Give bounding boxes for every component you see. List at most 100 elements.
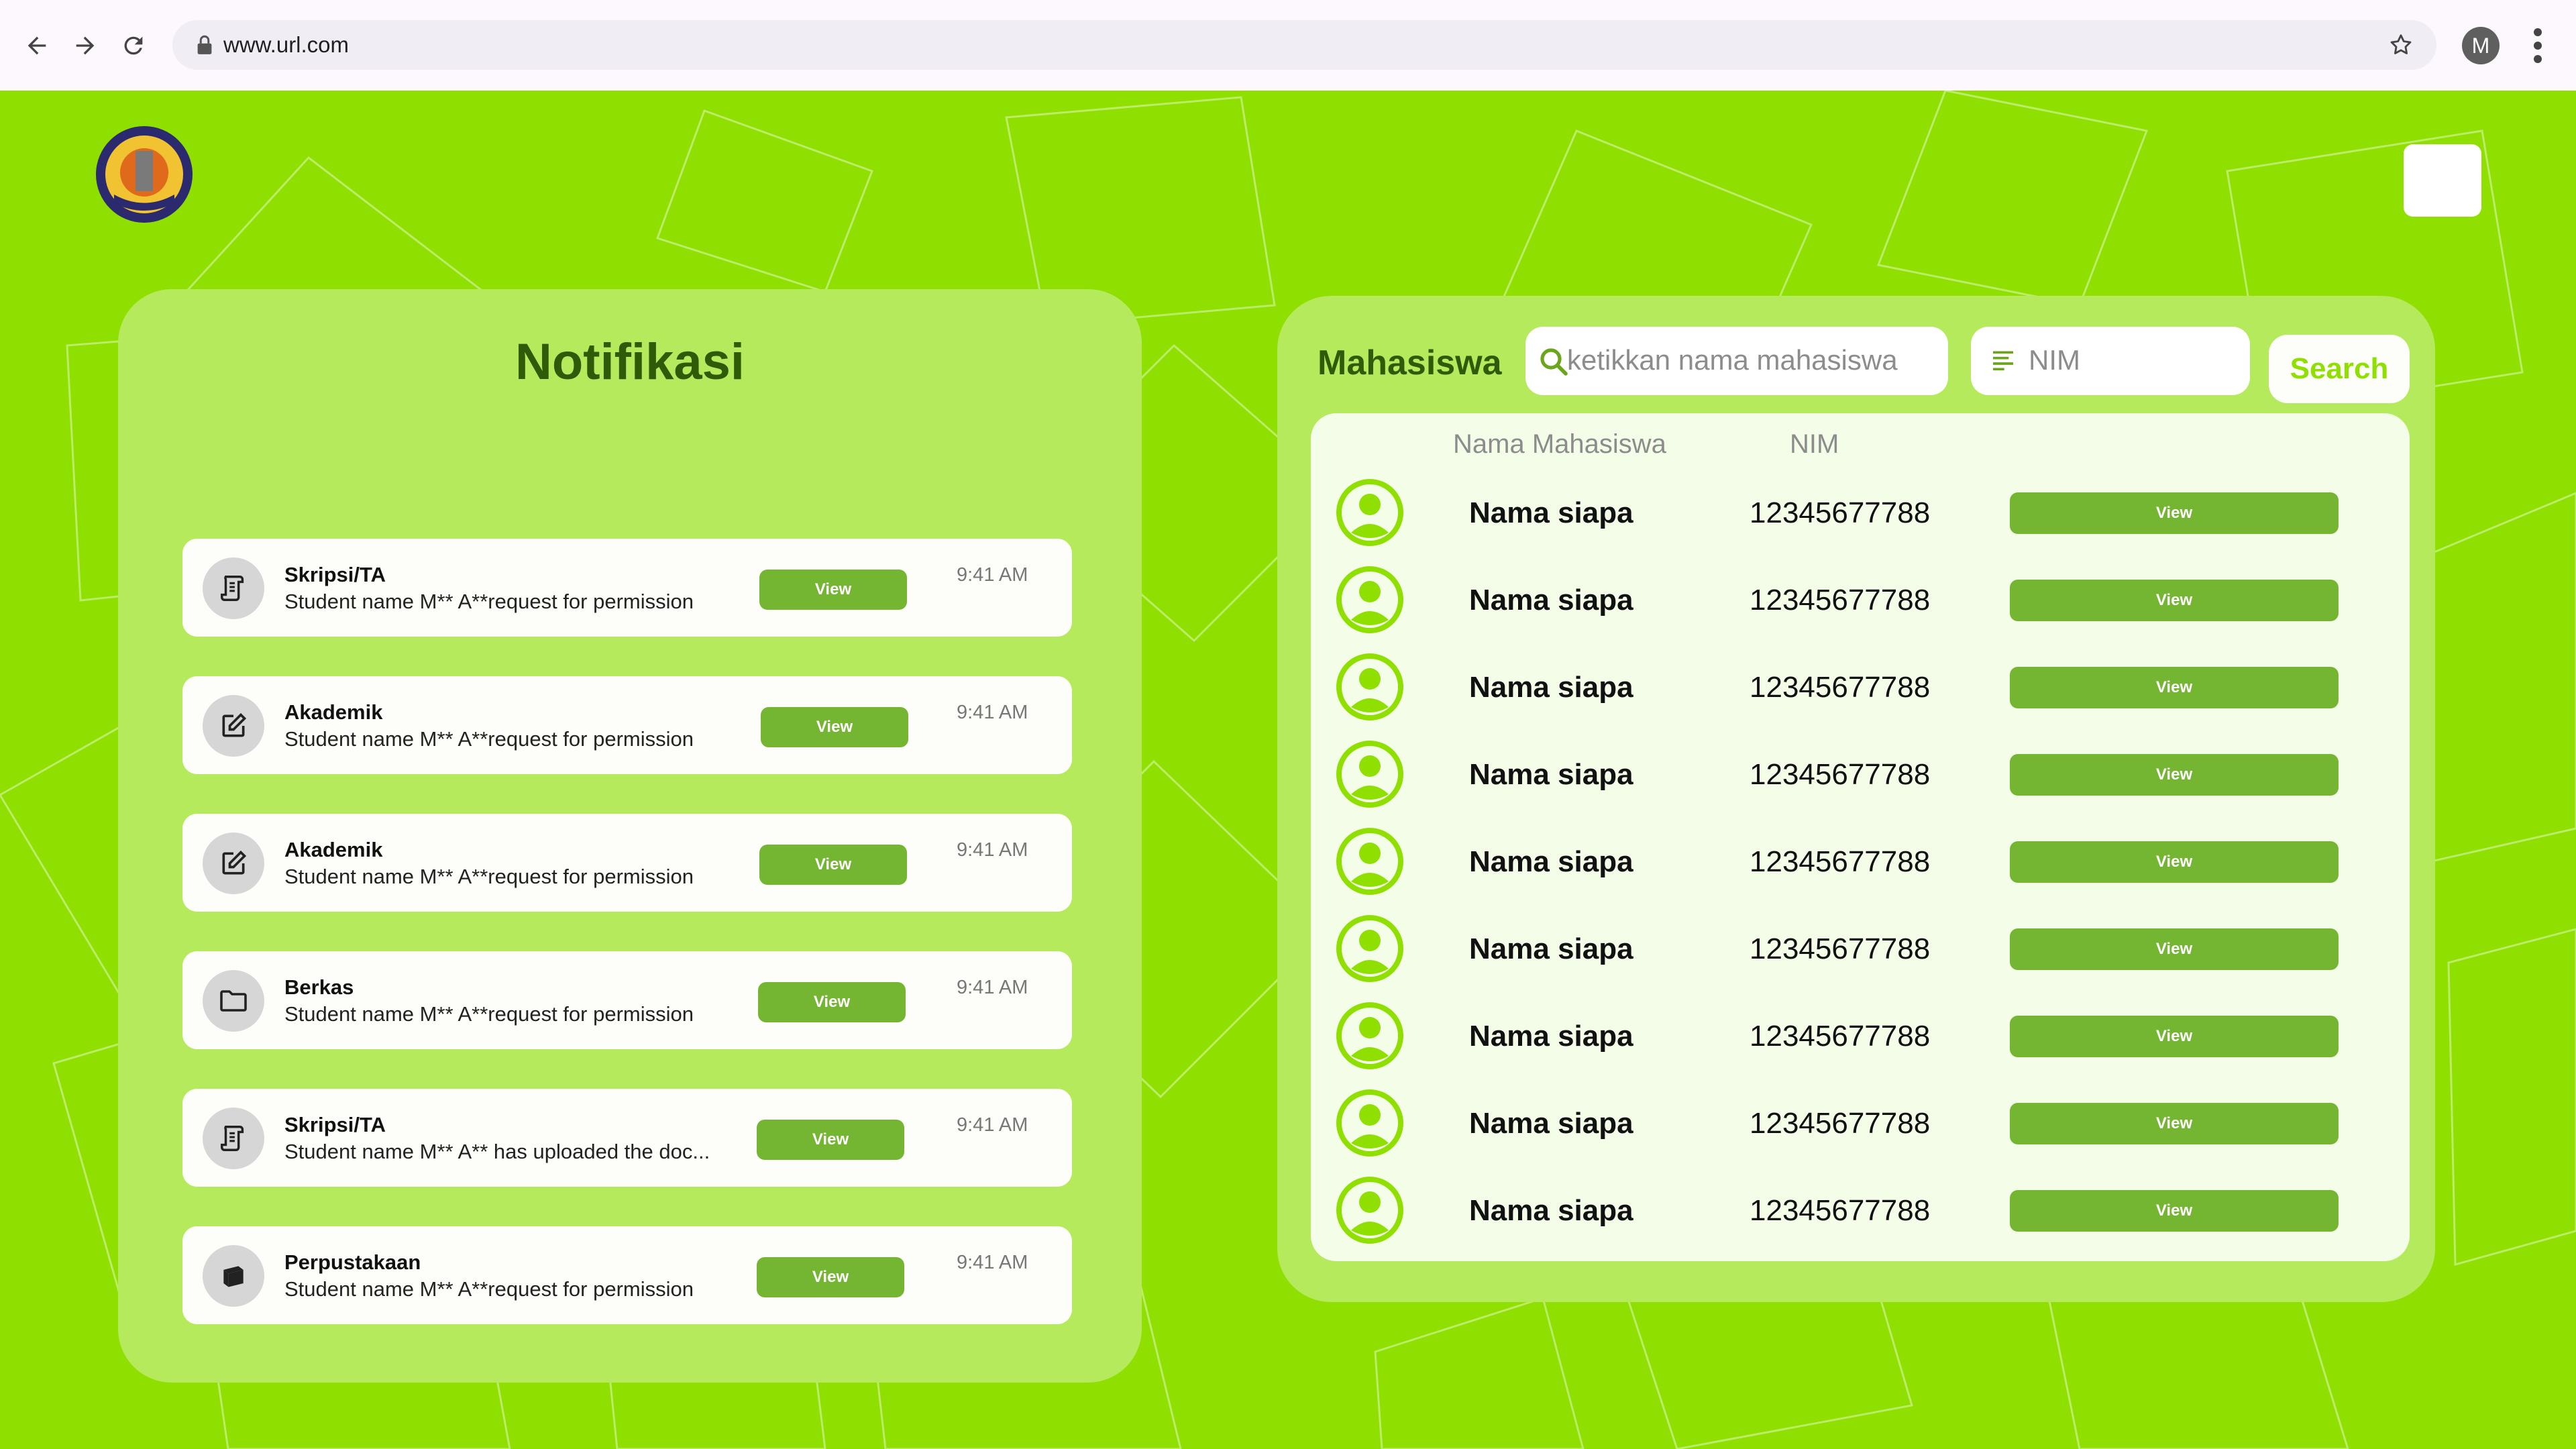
- table-row: Nama siapa 12345677788 View: [1311, 1169, 2410, 1256]
- view-button[interactable]: View: [757, 1257, 904, 1297]
- table-row: Nama siapa 12345677788 View: [1311, 907, 2410, 994]
- user-avatar-icon: [1336, 1002, 1403, 1069]
- profile-avatar[interactable]: M: [2462, 27, 2500, 64]
- edit-icon: [203, 695, 264, 757]
- edit-icon: [203, 833, 264, 894]
- table-row: Nama siapa 12345677788 View: [1311, 471, 2410, 558]
- mahasiswa-title: Mahasiswa: [1318, 343, 1502, 382]
- user-avatar-icon: [1336, 566, 1403, 633]
- student-name: Nama siapa: [1469, 1020, 1633, 1053]
- browser-toolbar: www.url.com M: [0, 0, 2576, 91]
- student-nim: 12345677788: [1750, 1107, 1931, 1140]
- arrow-left-icon: [28, 36, 46, 55]
- notification-message: Student name M** A**request for permissi…: [284, 727, 694, 751]
- view-button[interactable]: View: [2010, 754, 2339, 796]
- student-nim: 12345677788: [1750, 932, 1931, 965]
- student-name: Nama siapa: [1469, 1107, 1633, 1140]
- back-button[interactable]: [15, 23, 59, 68]
- book-icon: [203, 1245, 264, 1307]
- notification-card: Skripsi/TA Student name M** A**request f…: [182, 539, 1072, 637]
- user-avatar-icon: [1336, 1089, 1403, 1157]
- student-name: Nama siapa: [1469, 584, 1633, 616]
- address-bar[interactable]: www.url.com: [172, 20, 2436, 70]
- user-avatar-icon: [1336, 1177, 1403, 1244]
- student-nim: 12345677788: [1750, 1194, 1931, 1227]
- scroll-icon: [203, 1108, 264, 1169]
- view-button[interactable]: View: [2010, 580, 2339, 621]
- student-name: Nama siapa: [1469, 1194, 1633, 1227]
- table-row: Nama siapa 12345677788 View: [1311, 645, 2410, 733]
- column-header-name: Nama Mahasiswa: [1453, 429, 1666, 459]
- more-vert-icon[interactable]: [2528, 25, 2548, 66]
- view-button[interactable]: View: [757, 1120, 904, 1160]
- user-avatar-icon: [1336, 741, 1403, 808]
- column-header-nim: NIM: [1790, 429, 1839, 459]
- table-row: Nama siapa 12345677788 View: [1311, 820, 2410, 907]
- institution-logo: [96, 126, 193, 223]
- notification-card: Akademik Student name M** A**request for…: [182, 676, 1072, 774]
- notification-time: 9:41 AM: [957, 977, 1028, 998]
- view-button[interactable]: View: [2010, 1190, 2339, 1232]
- view-button[interactable]: View: [2010, 928, 2339, 970]
- forward-button[interactable]: [63, 23, 107, 68]
- notification-category: Berkas: [284, 975, 354, 999]
- notification-message: Student name M** A**request for permissi…: [284, 1277, 694, 1301]
- lines-icon: [1993, 351, 2013, 371]
- view-button[interactable]: View: [2010, 667, 2339, 708]
- notification-message: Student name M** A**request for permissi…: [284, 865, 694, 888]
- notification-category: Akademik: [284, 838, 383, 861]
- notification-time: 9:41 AM: [957, 839, 1028, 861]
- notification-category: Perpustakaan: [284, 1250, 421, 1274]
- nim-field: [1971, 327, 2250, 395]
- star-icon[interactable]: [2388, 32, 2414, 58]
- notification-time: 9:41 AM: [957, 1252, 1028, 1273]
- view-button[interactable]: View: [758, 982, 906, 1022]
- menu-button[interactable]: [2404, 144, 2481, 217]
- user-avatar-icon: [1336, 653, 1403, 720]
- notifikasi-title: Notifikasi: [515, 333, 745, 390]
- student-nim: 12345677788: [1750, 758, 1931, 791]
- notification-category: Skripsi/TA: [284, 563, 386, 586]
- student-name: Nama siapa: [1469, 671, 1633, 704]
- search-icon: [1540, 348, 1568, 376]
- folder-icon: [203, 970, 264, 1032]
- notification-card: Perpustakaan Student name M** A**request…: [182, 1226, 1072, 1324]
- search-name-input[interactable]: [1567, 341, 1943, 379]
- view-button[interactable]: View: [2010, 841, 2339, 883]
- view-button[interactable]: View: [2010, 1103, 2339, 1144]
- user-avatar-icon: [1336, 479, 1403, 546]
- reload-button[interactable]: [111, 23, 156, 68]
- scroll-icon: [203, 557, 264, 619]
- student-nim: 12345677788: [1750, 845, 1931, 878]
- notification-time: 9:41 AM: [957, 702, 1028, 723]
- student-name: Nama siapa: [1469, 845, 1633, 878]
- notification-card: Berkas Student name M** A**request for p…: [182, 951, 1072, 1049]
- view-button[interactable]: View: [759, 845, 907, 885]
- student-name: Nama siapa: [1469, 496, 1633, 529]
- reload-icon: [124, 36, 143, 55]
- search-name-field: [1525, 327, 1948, 395]
- view-button[interactable]: View: [761, 707, 908, 747]
- view-button[interactable]: View: [759, 570, 907, 610]
- table-row: Nama siapa 12345677788 View: [1311, 733, 2410, 820]
- search-button[interactable]: Search: [2269, 335, 2410, 403]
- url-text: www.url.com: [223, 32, 350, 57]
- student-name: Nama siapa: [1469, 932, 1633, 965]
- page-content: Notifikasi Skripsi/TA Student name M** A…: [0, 91, 2576, 1449]
- student-nim: 12345677788: [1750, 671, 1931, 704]
- nim-input[interactable]: [2029, 341, 2237, 379]
- view-button[interactable]: View: [2010, 1016, 2339, 1057]
- user-avatar-icon: [1336, 828, 1403, 895]
- notification-message: Student name M** A**request for permissi…: [284, 1002, 694, 1026]
- notification-card: Akademik Student name M** A**request for…: [182, 814, 1072, 912]
- user-avatar-icon: [1336, 915, 1403, 982]
- notifikasi-panel: Notifikasi Skripsi/TA Student name M** A…: [118, 289, 1142, 1383]
- view-button[interactable]: View: [2010, 492, 2339, 534]
- table-row: Nama siapa 12345677788 View: [1311, 1081, 2410, 1169]
- lock-icon: [197, 35, 212, 54]
- notification-message: Student name M** A** has uploaded the do…: [284, 1140, 710, 1163]
- table-row: Nama siapa 12345677788 View: [1311, 558, 2410, 645]
- student-name: Nama siapa: [1469, 758, 1633, 791]
- notification-message: Student name M** A**request for permissi…: [284, 590, 694, 613]
- notification-category: Akademik: [284, 700, 383, 724]
